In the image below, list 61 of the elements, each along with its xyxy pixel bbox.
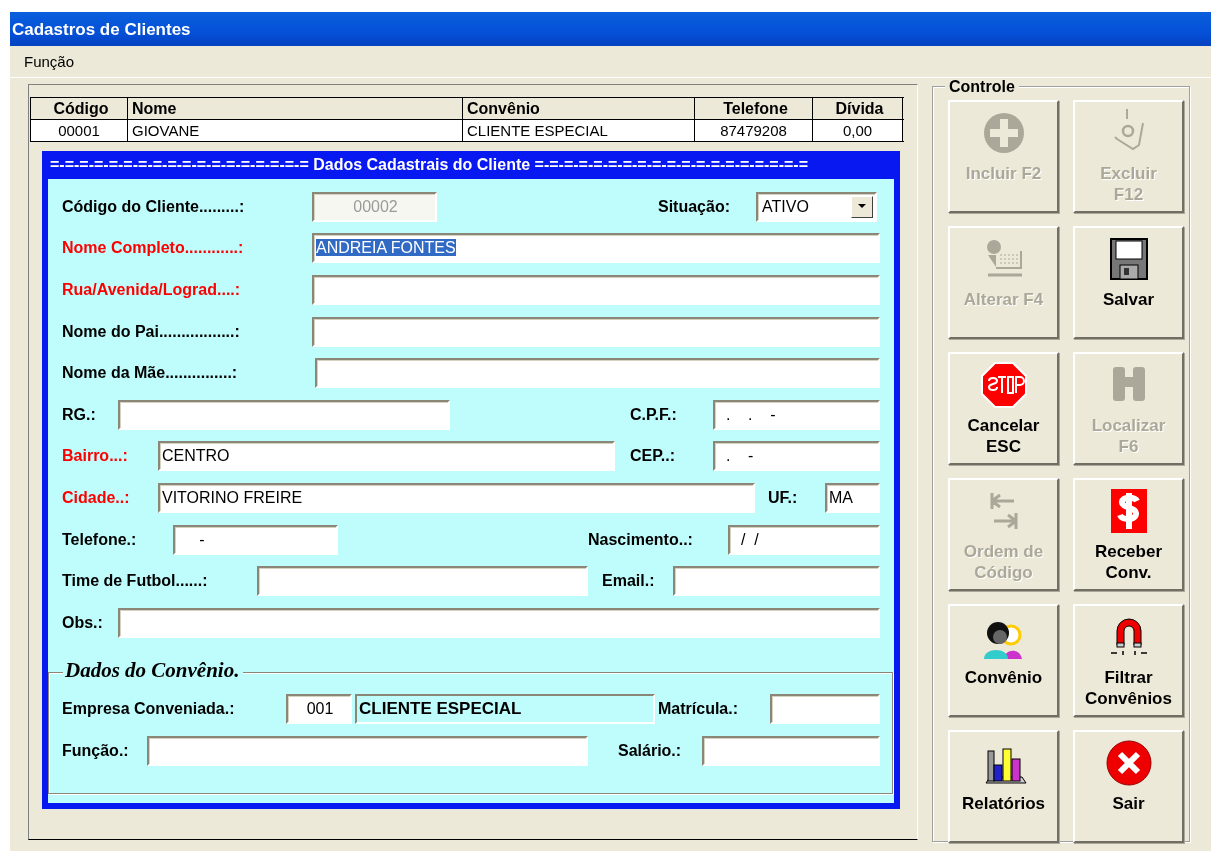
input-field[interactable]: [673, 566, 880, 597]
field-label: C.P.F.:: [630, 405, 678, 424]
field-label: Nome do Pai.................:: [62, 322, 241, 341]
input-field[interactable]: -: [173, 524, 338, 555]
input-field[interactable]: . -: [713, 441, 880, 472]
input-field[interactable]: [118, 607, 880, 638]
input-field[interactable]: [315, 358, 880, 389]
toolbar-button[interactable]: Relatórios: [948, 730, 1059, 843]
field-label: Cidade..:: [62, 488, 131, 507]
column-header[interactable]: Convênio: [463, 98, 695, 119]
toolbar-button[interactable]: Convênio: [948, 604, 1059, 717]
toolbar-button[interactable]: Salvar: [1073, 226, 1184, 339]
input-field[interactable]: CENTRO: [158, 441, 615, 472]
menu-item[interactable]: Função: [24, 53, 75, 70]
field-label: Matrícula.:: [658, 700, 739, 719]
field-label: Código do Cliente.........:: [62, 197, 246, 216]
field-label: UF.:: [768, 488, 799, 507]
field-label: Telefone.:: [62, 530, 138, 549]
table-cell: CLIENTE ESPECIAL: [463, 120, 695, 141]
company-name-field: CLIENTE ESPECIAL: [355, 694, 655, 725]
table-cell: GIOVANE: [128, 120, 463, 141]
field-label: Nascimento..:: [588, 530, 694, 549]
field-label: Nome Completo............:: [62, 239, 245, 258]
input-field[interactable]: . . -: [713, 399, 880, 430]
column-header[interactable]: Telefone: [695, 98, 813, 119]
field-label: CEP..:: [630, 447, 677, 466]
field-label: Time de Futbol......:: [62, 572, 209, 591]
window-title: Cadastros de Clientes: [10, 12, 1211, 46]
toolbar-button[interactable]: Receber Conv.: [1073, 478, 1184, 591]
field-label: Função.:: [62, 741, 130, 760]
toolbar-button[interactable]: Sair: [1073, 730, 1184, 843]
field-label: Empresa Conveniada.:: [62, 700, 236, 719]
toolbar-button[interactable]: Cancelar ESC: [948, 352, 1059, 465]
input-field[interactable]: [312, 316, 880, 347]
field-label: Rua/Avenida/Lograd....:: [62, 281, 242, 299]
table-cell: 00001: [31, 120, 128, 141]
column-header[interactable]: Dívida: [813, 98, 903, 119]
status-dropdown[interactable]: ATIVO: [756, 191, 877, 222]
column-header[interactable]: Código: [31, 98, 128, 119]
input-field[interactable]: [312, 275, 880, 305]
input-field[interactable]: 001: [286, 694, 352, 725]
field-label: Email.:: [602, 572, 656, 591]
field-label: Situação:: [658, 197, 731, 216]
input-field[interactable]: MA: [825, 482, 880, 513]
input-field[interactable]: [118, 399, 450, 430]
toolbar-button[interactable]: Filtrar Convênios: [1073, 604, 1184, 717]
field-label: RG.:: [62, 405, 97, 424]
table-cell: 87479208: [695, 120, 813, 141]
input-field[interactable]: VITORINO FREIRE: [158, 482, 755, 513]
input-field[interactable]: [257, 566, 588, 597]
field-label: Nome da Mãe...............:: [62, 364, 239, 383]
field-label: Salário.:: [618, 741, 683, 760]
column-header[interactable]: Nome: [128, 98, 463, 119]
input-field[interactable]: [702, 735, 880, 766]
input-field[interactable]: / /: [728, 524, 880, 555]
field-label: Obs.:: [62, 613, 104, 632]
input-field[interactable]: [147, 735, 588, 766]
table-cell: 0,00: [813, 120, 903, 141]
input-field[interactable]: [770, 694, 880, 725]
input-field[interactable]: ANDREIA FONTES: [312, 233, 880, 264]
field-label: Bairro...:: [62, 447, 129, 466]
